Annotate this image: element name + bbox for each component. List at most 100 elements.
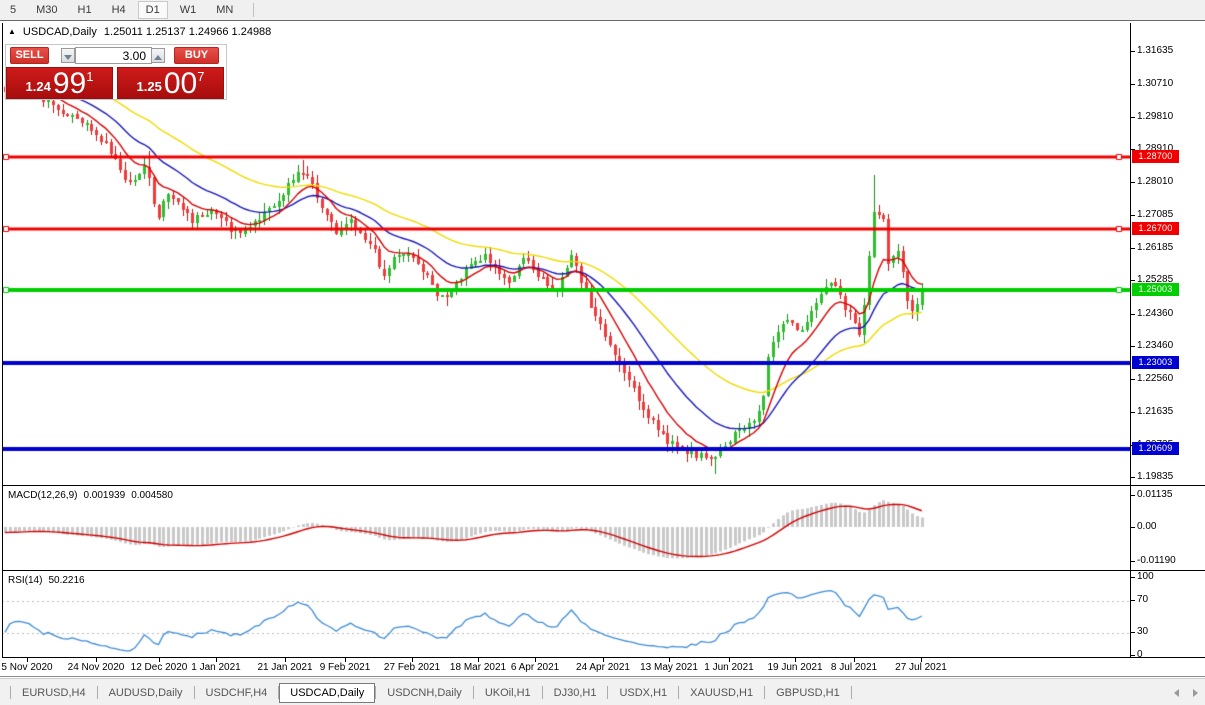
tabs-scroll-right-icon[interactable] — [1193, 689, 1198, 697]
price-axis-label: 1.29810 — [1137, 111, 1173, 122]
date-axis-label: 12 Dec 2020 — [131, 662, 188, 673]
date-axis-label: 1 Jun 2021 — [704, 662, 754, 673]
date-axis-label: 24 Apr 2021 — [576, 662, 630, 673]
buy-price-display[interactable]: 1.25007 — [117, 67, 224, 99]
chart-tab-eurusd-h4[interactable]: EURUSD,H4 — [11, 683, 97, 703]
one-click-trading-panel: SELL BUY 1.24991 1.25007 — [5, 44, 227, 100]
volume-increase-button[interactable] — [151, 48, 165, 63]
rsi-axis-label: 100 — [1137, 571, 1154, 582]
price-axis-tick — [1131, 412, 1135, 413]
price-axis-tick — [1131, 477, 1135, 478]
macd-axis-tick — [1131, 495, 1135, 496]
chart-tab-usdcnh-daily[interactable]: USDCNH,Daily — [376, 683, 473, 703]
sell-price-prefix: 1.24 — [26, 79, 51, 94]
rsi-value: 50.2216 — [48, 575, 84, 586]
rsi-axis-tick — [1131, 632, 1135, 633]
price-axis-label: 1.27085 — [1137, 209, 1173, 220]
rsi-axis-tick — [1131, 655, 1135, 656]
buy-price-big-digits: 00 — [164, 71, 197, 97]
price-axis-label: 1.26185 — [1137, 242, 1173, 253]
rsi-name: RSI(14) — [8, 575, 42, 586]
chart-title: ▲ USDCAD,Daily 1.25011 1.25137 1.24966 1… — [8, 26, 271, 38]
macd-axis-label: 0.00 — [1137, 521, 1156, 532]
macd-label: MACD(12,26,9) 0.001939 0.004580 — [8, 490, 173, 501]
price-level-label: 1.28700 — [1132, 150, 1179, 163]
price-axis-tick — [1131, 51, 1135, 52]
buy-price-pip-digit: 7 — [197, 69, 204, 84]
price-level-label: 1.20609 — [1132, 442, 1179, 455]
chart-tab-usdx-h1[interactable]: USDX,H1 — [608, 683, 678, 703]
timeframe-button-h1[interactable]: H1 — [70, 1, 100, 19]
chart-tab-usdchf-h4[interactable]: USDCHF,H4 — [195, 683, 279, 703]
volume-input[interactable] — [75, 47, 152, 64]
chart-ohlc-values: 1.25011 1.25137 1.24966 1.24988 — [104, 26, 271, 38]
price-level-label: 1.25003 — [1132, 283, 1179, 296]
macd-rsi-divider — [2, 570, 1205, 571]
chart-tab-xauusd-h1[interactable]: XAUUSD,H1 — [679, 683, 764, 703]
timeframe-toolbar: 5M30 H1H4D1W1MN — [0, 0, 1205, 20]
timeframe-button-m30[interactable]: M30 — [28, 1, 65, 19]
price-axis-label: 1.22560 — [1137, 373, 1173, 384]
macd-axis-tick — [1131, 527, 1135, 528]
price-level-label: 1.23003 — [1132, 356, 1179, 369]
chart-tab-bar: EURUSD,H4AUDUSD,DailyUSDCHF,H4USDCAD,Dai… — [0, 678, 1205, 705]
price-axis-tick — [1131, 248, 1135, 249]
chart-tab-audusd-daily[interactable]: AUDUSD,Daily — [98, 683, 194, 703]
buy-price-prefix: 1.25 — [137, 79, 162, 94]
timeframe-button-5[interactable]: 5 — [2, 1, 24, 19]
macd-signal-value: 0.004580 — [131, 490, 173, 501]
price-axis-tick — [1131, 379, 1135, 380]
sell-price-display[interactable]: 1.24991 — [6, 67, 113, 99]
chart-tab-usdcad-daily[interactable]: USDCAD,Daily — [279, 683, 375, 703]
chart-tab-dj30-h1[interactable]: DJ30,H1 — [543, 683, 608, 703]
rsi-axis-label: 0 — [1137, 649, 1143, 660]
window-top-border — [0, 20, 1205, 21]
timeframe-button-mn[interactable]: MN — [208, 1, 241, 19]
date-axis-label: 6 Apr 2021 — [511, 662, 559, 673]
chart-symbol-label: USDCAD,Daily — [23, 26, 97, 38]
rsi-axis-label: 70 — [1137, 594, 1148, 605]
price-axis-tick — [1131, 346, 1135, 347]
price-axis-tick — [1131, 117, 1135, 118]
plot-left-border — [2, 23, 3, 658]
subwindow-expand-icon[interactable]: ▲ — [8, 28, 16, 36]
date-axis-label: 18 Mar 2021 — [450, 662, 506, 673]
trading-platform-window: 5M30 H1H4D1W1MN ▲ USDCAD,Daily 1.25011 1.… — [0, 0, 1205, 705]
date-axis-label: 9 Feb 2021 — [320, 662, 371, 673]
toolbar-separator — [253, 3, 254, 17]
date-axis-label: 13 May 2021 — [640, 662, 698, 673]
date-axis-label: 5 Nov 2020 — [1, 662, 52, 673]
buy-button[interactable]: BUY — [174, 47, 219, 64]
window-bottom-border — [0, 676, 1205, 677]
macd-axis-label: -0.01190 — [1137, 555, 1176, 566]
date-axis-label: 21 Jan 2021 — [257, 662, 312, 673]
price-axis-border — [1130, 23, 1131, 658]
tabs-scroll-left-icon[interactable] — [1174, 689, 1179, 697]
triangle-down-icon — [64, 55, 72, 60]
macd-name: MACD(12,26,9) — [8, 490, 77, 501]
trade-buttons-row: SELL BUY — [6, 46, 226, 65]
price-axis-tick — [1131, 280, 1135, 281]
price-axis-label: 1.19835 — [1137, 471, 1173, 482]
triangle-up-icon — [154, 55, 162, 60]
tab-separator — [851, 686, 852, 699]
volume-decrease-button[interactable] — [61, 48, 75, 63]
macd-axis-label: 0.01135 — [1137, 489, 1172, 500]
price-axis-label: 1.23460 — [1137, 340, 1173, 351]
timeframe-button-w1[interactable]: W1 — [172, 1, 205, 19]
timeframe-button-d1[interactable]: D1 — [138, 1, 168, 19]
date-axis-label: 8 Jul 2021 — [831, 662, 877, 673]
price-axis-label: 1.31635 — [1137, 45, 1173, 56]
main-macd-divider — [2, 485, 1205, 486]
sell-button[interactable]: SELL — [10, 47, 49, 64]
timeframe-button-h4[interactable]: H4 — [104, 1, 134, 19]
rsi-axis-tick — [1131, 577, 1135, 578]
macd-main-value: 0.001939 — [83, 490, 125, 501]
date-axis-label: 27 Feb 2021 — [384, 662, 440, 673]
chart-tab-gbpusd-h1[interactable]: GBPUSD,H1 — [765, 683, 851, 703]
price-axis-tick — [1131, 314, 1135, 315]
price-axis-label: 1.30710 — [1137, 78, 1173, 89]
rsi-label: RSI(14) 50.2216 — [8, 575, 85, 586]
chart-tab-ukoil-h1[interactable]: UKOil,H1 — [474, 683, 542, 703]
rsi-indicator-canvas[interactable] — [2, 572, 1130, 657]
